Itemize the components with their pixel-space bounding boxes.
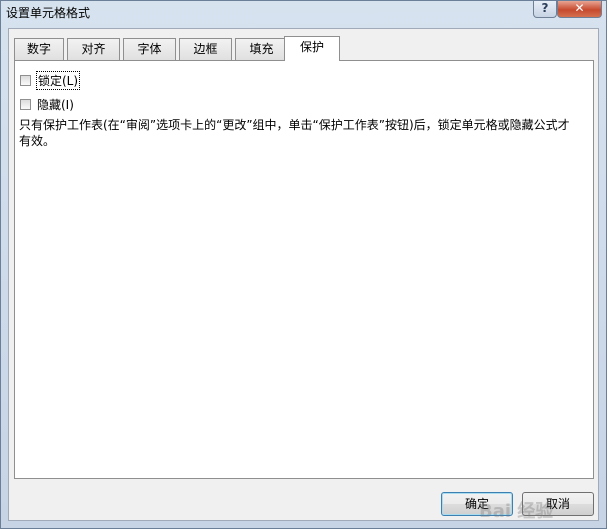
protection-description: 只有保护工作表(在“审阅”选项卡上的“更改”组中，单击“保护工作表”按钮)后，锁… [19, 118, 570, 148]
dialog-body: 数字 对齐 字体 边框 填充 保护 锁定(L) 隐藏(I) 只有保护工作表(在“… [8, 28, 599, 522]
ok-button[interactable]: 确定 [441, 492, 513, 516]
tab-border[interactable]: 边框 [179, 38, 232, 60]
locked-option[interactable]: 锁定(L) [20, 70, 81, 90]
tab-protection[interactable]: 保护 [284, 36, 340, 61]
dialog-title: 设置单元格格式 [6, 6, 91, 20]
hidden-label[interactable]: 隐藏(I) [37, 96, 74, 113]
locked-checkbox[interactable] [20, 74, 31, 86]
close-button[interactable]: ✕ [557, 1, 602, 18]
hidden-checkbox[interactable] [20, 98, 31, 110]
help-button[interactable]: ? [533, 1, 557, 18]
format-cells-dialog: 设置单元格格式 ? ✕ 数字 对齐 字体 边框 填充 保护 锁定(L) 隐藏(I… [0, 0, 607, 529]
cancel-button[interactable]: 取消 [522, 492, 594, 516]
tab-alignment[interactable]: 对齐 [67, 38, 120, 60]
protection-panel: 锁定(L) 隐藏(I) 只有保护工作表(在“审阅”选项卡上的“更改”组中，单击“… [14, 60, 594, 479]
hidden-option[interactable]: 隐藏(I) [20, 96, 74, 112]
tab-number[interactable]: 数字 [14, 38, 64, 60]
locked-label[interactable]: 锁定(L) [35, 70, 81, 90]
tab-fill[interactable]: 填充 [235, 38, 288, 60]
title-bar[interactable]: 设置单元格格式 ? ✕ [1, 1, 606, 23]
tab-font[interactable]: 字体 [123, 38, 176, 60]
